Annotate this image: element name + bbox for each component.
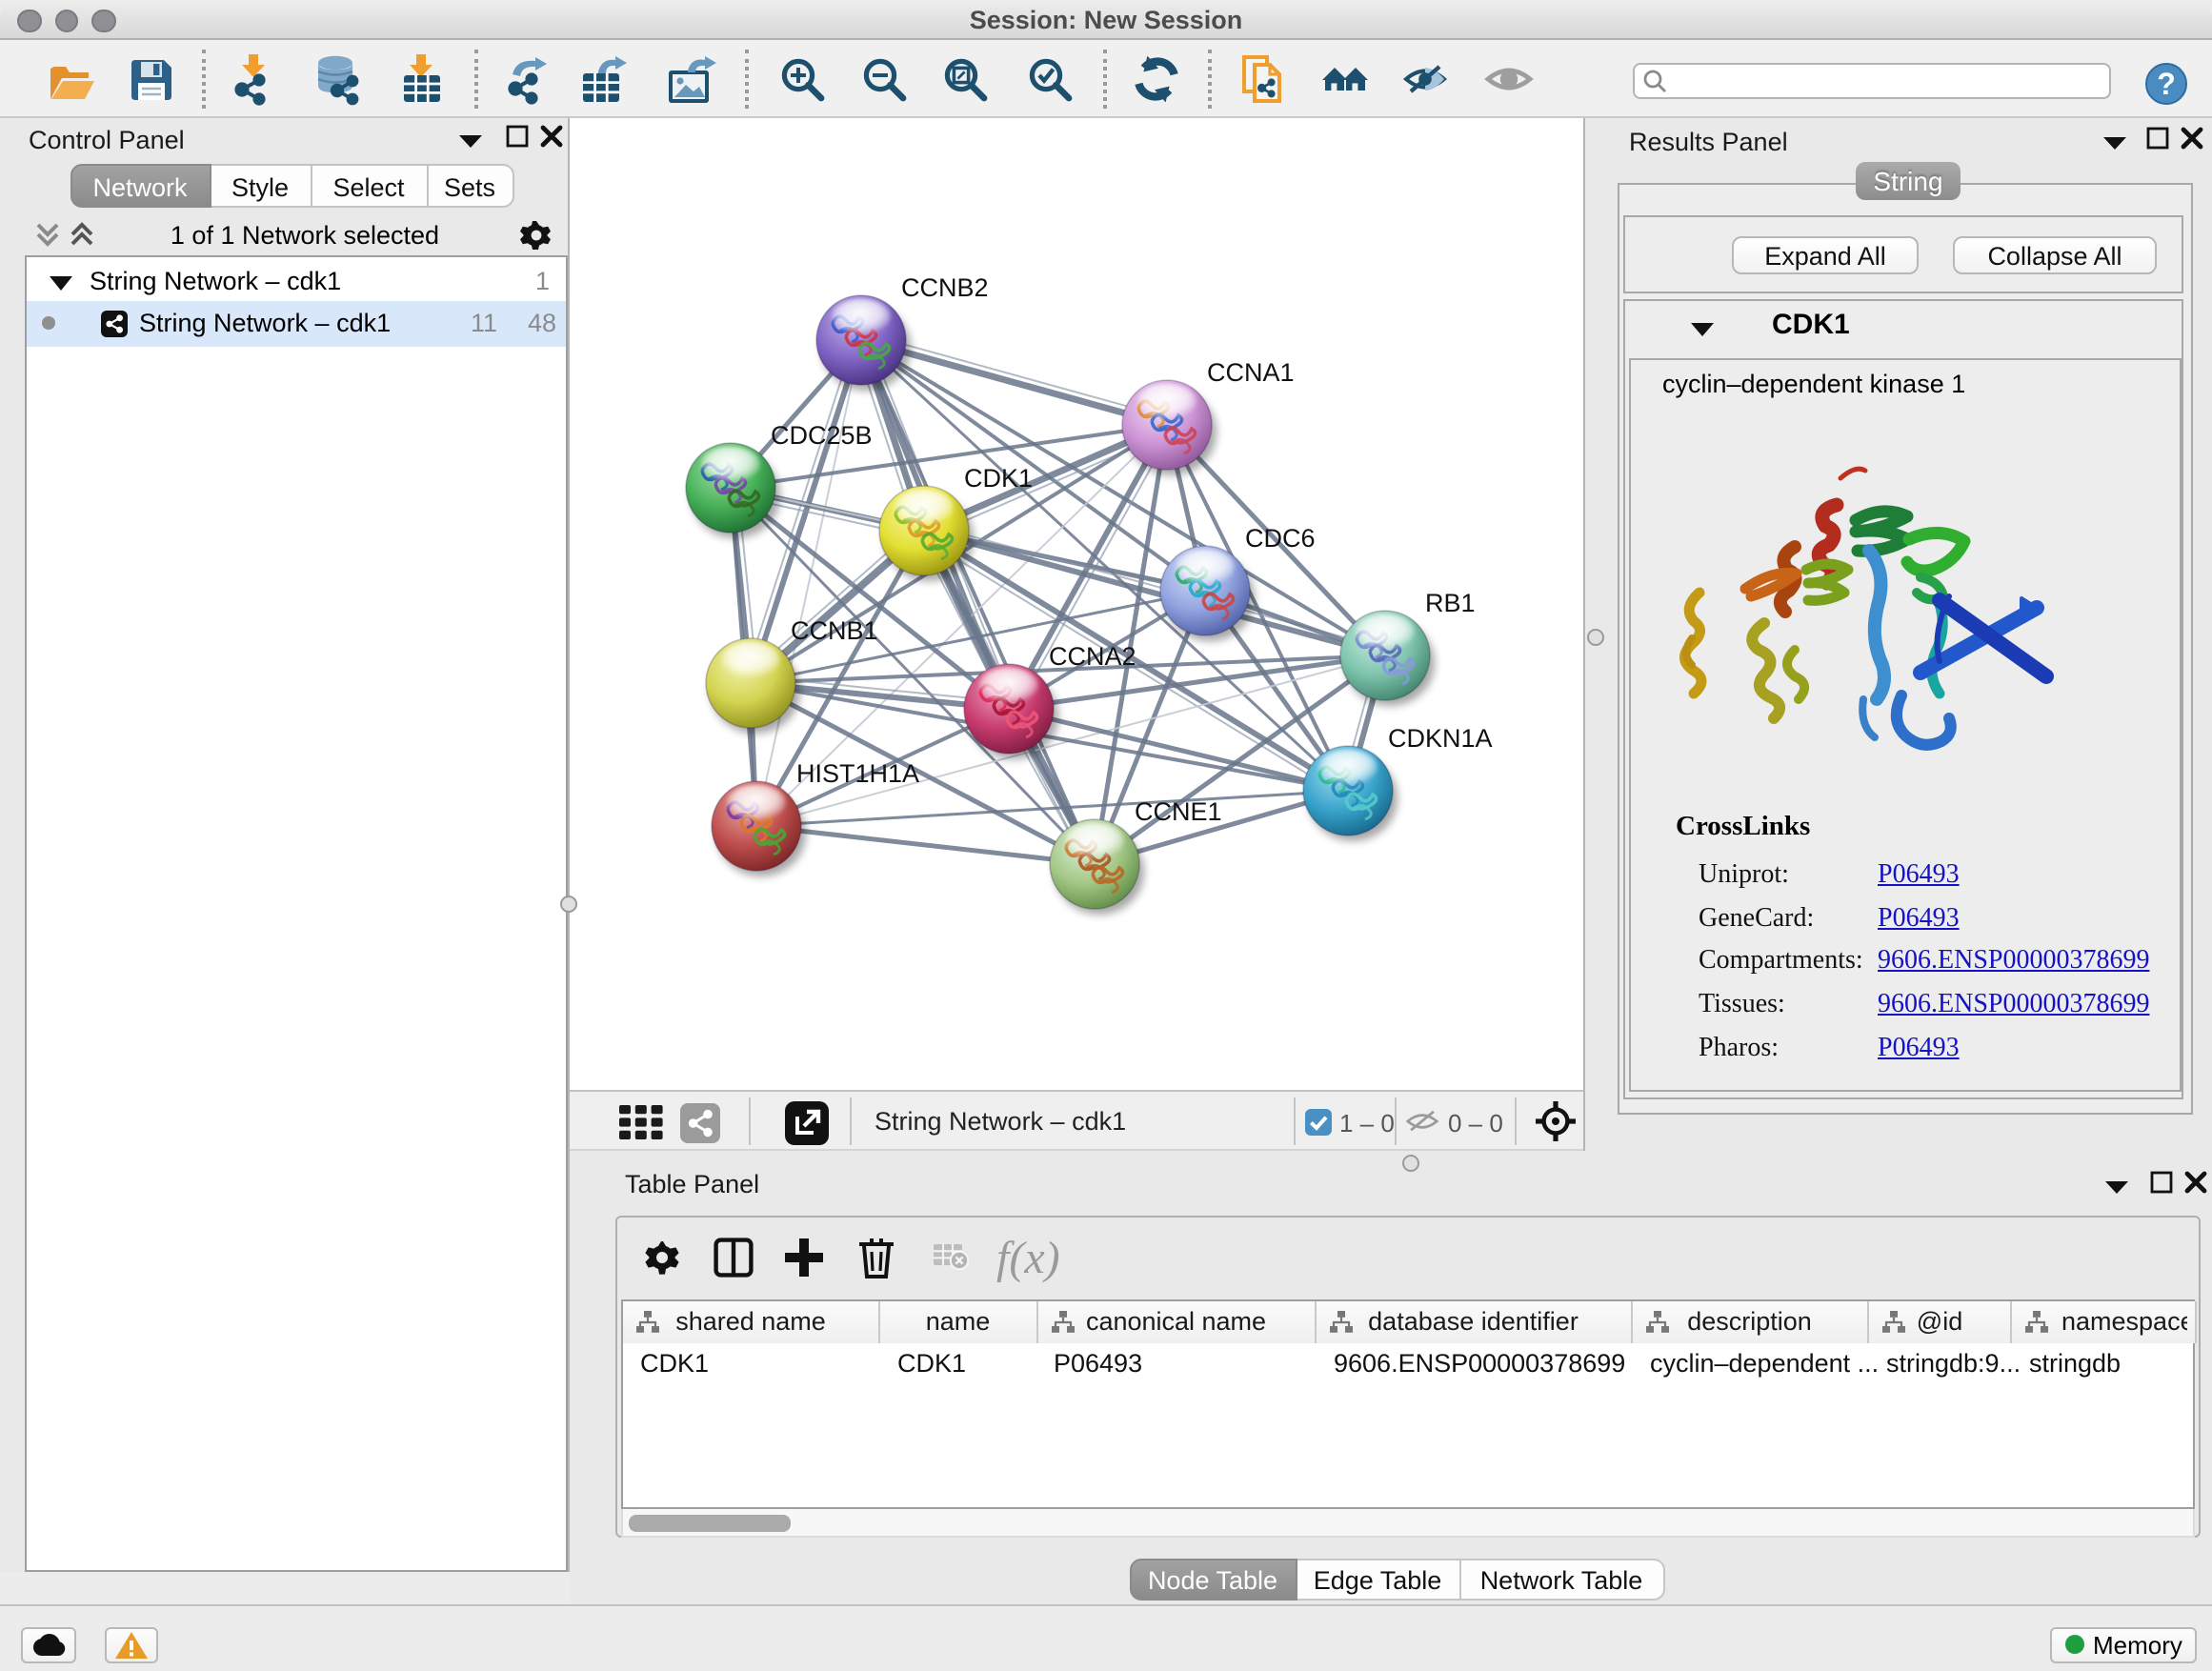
svg-text:CCNB2: CCNB2 — [901, 273, 989, 302]
svg-text:CDKN1A: CDKN1A — [1388, 724, 1493, 753]
svg-text:CDC25B: CDC25B — [771, 421, 873, 450]
svg-text:CDK1: CDK1 — [964, 464, 1033, 493]
svg-text:RB1: RB1 — [1425, 589, 1476, 617]
svg-text:HIST1H1A: HIST1H1A — [796, 759, 919, 788]
svg-text:CCNB1: CCNB1 — [791, 616, 878, 645]
svg-text:CDC6: CDC6 — [1245, 524, 1316, 553]
svg-text:CCNA2: CCNA2 — [1049, 642, 1136, 671]
svg-text:?: ? — [2157, 67, 2176, 101]
svg-text:CCNE1: CCNE1 — [1135, 797, 1222, 826]
svg-text:f(x): f(x) — [995, 1234, 1059, 1282]
svg-text:CCNA1: CCNA1 — [1207, 358, 1295, 387]
